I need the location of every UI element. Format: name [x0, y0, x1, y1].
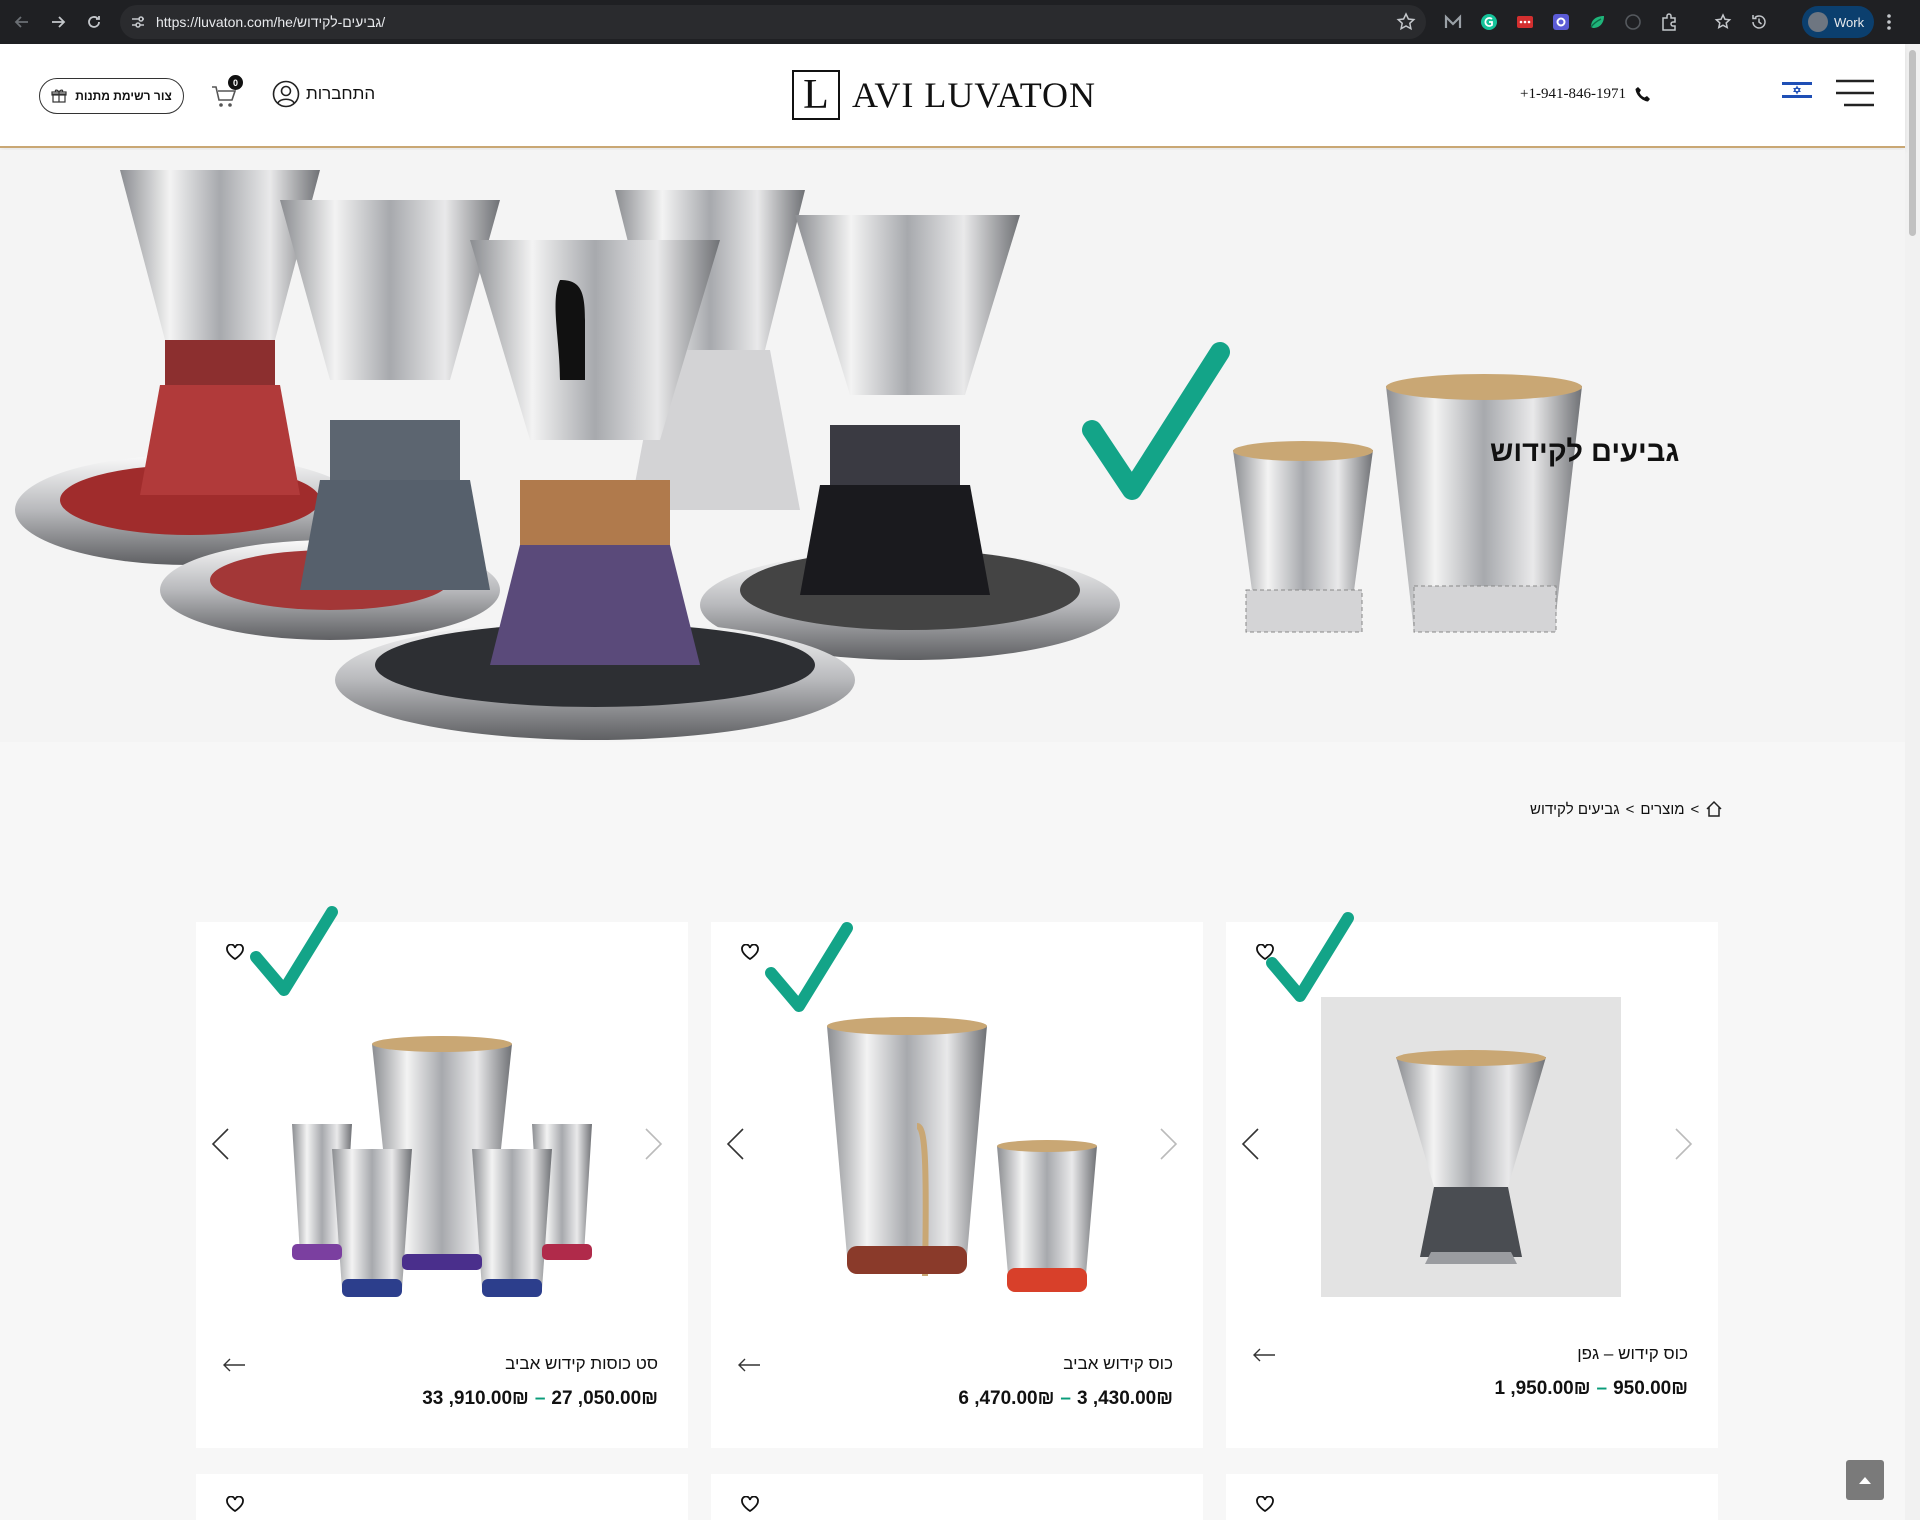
browser-toolbar: https://luvaton.com/he/גביעים-לקידוש/ Wo… — [0, 0, 1920, 44]
cart-button[interactable]: 0 — [210, 75, 244, 111]
chevron-up-icon — [1859, 1477, 1871, 1484]
arrow-left-icon[interactable] — [222, 1358, 246, 1372]
wishlist-heart-icon[interactable] — [226, 944, 244, 960]
price-dash: – — [1596, 1378, 1608, 1399]
page-scrollbar[interactable] — [1905, 44, 1920, 1520]
price-min: 3 ,430.00₪ — [1076, 1388, 1173, 1409]
wishlist-heart-icon[interactable] — [741, 1496, 759, 1512]
extension-gear-icon[interactable] — [1550, 11, 1572, 33]
wishlist-heart-icon[interactable] — [741, 944, 759, 960]
product-price: 1 ,950.00₪ –950.00₪ — [1494, 1378, 1688, 1400]
breadcrumb: > מוצרים > גביעים לקידוש — [1530, 800, 1723, 818]
url-text: https://luvaton.com/he/גביעים-לקידוש/ — [156, 14, 386, 30]
product-price: 33 ,910.00₪ –27 ,050.00₪ — [422, 1388, 658, 1410]
checkmark-icon — [765, 922, 853, 1012]
carousel-prev-icon[interactable] — [210, 1127, 232, 1161]
cart-count-badge: 0 — [228, 75, 243, 90]
breadcrumb-current: גביעים לקידוש — [1530, 800, 1620, 818]
product-image[interactable] — [807, 1006, 1107, 1306]
price-dash: – — [1060, 1388, 1071, 1409]
home-icon[interactable] — [1705, 800, 1723, 818]
arrow-left-icon[interactable] — [1252, 1348, 1276, 1362]
product-image[interactable] — [1321, 997, 1621, 1297]
gift-list-button[interactable]: צור רשימת מתנות — [39, 78, 184, 114]
login-link[interactable]: התחברות — [272, 80, 375, 108]
phone-link[interactable]: +1-941-846-1971 — [1520, 85, 1652, 103]
product-name[interactable]: כוס קידוש אביב — [1063, 1354, 1173, 1374]
back-to-top-button[interactable] — [1846, 1460, 1884, 1500]
product-price: 6 ,470.00₪ –3 ,430.00₪ — [958, 1388, 1173, 1410]
site-info-icon[interactable] — [128, 12, 148, 32]
extension-m-icon[interactable] — [1442, 11, 1464, 33]
extension-disabled-icon[interactable] — [1622, 11, 1644, 33]
site-header: צור רשימת מתנות 0 התחברות L AVI LUVATON … — [0, 44, 1905, 148]
grammarly-icon[interactable] — [1478, 11, 1500, 33]
extension-leaf-icon[interactable] — [1586, 11, 1608, 33]
price-max: 33 ,910.00₪ — [422, 1388, 529, 1409]
breadcrumb-products-link[interactable]: מוצרים — [1640, 801, 1684, 818]
logo-mark: L — [792, 70, 840, 120]
product-name[interactable]: כוס קידוש – גפן — [1577, 1344, 1688, 1364]
address-bar[interactable]: https://luvaton.com/he/גביעים-לקידוש/ — [120, 5, 1426, 39]
product-card[interactable]: כוס קידוש – גפן 1 ,950.00₪ –950.00₪ — [1226, 912, 1718, 1448]
gift-icon — [51, 89, 67, 103]
logo-text: AVI LUVATON — [852, 75, 1097, 115]
history-icon[interactable] — [1748, 11, 1770, 33]
browser-menu-icon[interactable] — [1886, 12, 1892, 32]
carousel-next-icon[interactable] — [1157, 1127, 1179, 1161]
avatar — [1808, 12, 1828, 32]
hero-banner: גביעים לקידוש — [0, 150, 1905, 742]
wishlist-heart-icon[interactable] — [1256, 1496, 1274, 1512]
carousel-next-icon[interactable] — [642, 1127, 664, 1161]
carousel-prev-icon[interactable] — [725, 1127, 747, 1161]
price-min: 950.00₪ — [1613, 1378, 1688, 1399]
forward-icon[interactable] — [46, 10, 70, 34]
price-min: 27 ,050.00₪ — [551, 1388, 658, 1409]
product-image[interactable] — [292, 1014, 592, 1314]
product-card[interactable] — [1226, 1474, 1718, 1520]
bookmark-star-icon[interactable] — [1396, 12, 1416, 32]
product-card[interactable] — [711, 1474, 1203, 1520]
product-name[interactable]: סט כוסות קידוש אביב — [505, 1354, 658, 1374]
bookmarks-icon[interactable] — [1712, 11, 1734, 33]
israel-flag-icon[interactable] — [1782, 80, 1812, 100]
product-card[interactable]: סט כוסות קידוש אביב 33 ,910.00₪ –27 ,050.… — [196, 906, 688, 1448]
scrollbar-thumb[interactable] — [1909, 50, 1916, 236]
phone-number: +1-941-846-1971 — [1520, 85, 1626, 102]
hero-title: גביעים לקידוש — [1490, 436, 1680, 468]
phone-icon — [1635, 87, 1650, 102]
carousel-next-icon[interactable] — [1672, 1127, 1694, 1161]
hero-checkmark-icon — [1082, 342, 1230, 500]
user-icon — [272, 80, 300, 108]
checkmark-icon — [250, 906, 338, 996]
breadcrumb-separator: > — [1625, 800, 1635, 818]
password-manager-icon[interactable] — [1514, 11, 1536, 33]
login-label: התחברות — [306, 84, 376, 103]
price-dash: – — [534, 1388, 546, 1409]
profile-label: Work — [1834, 14, 1865, 30]
price-max: 1 ,950.00₪ — [1494, 1378, 1591, 1399]
checkmark-icon — [1266, 912, 1354, 1002]
profile-button[interactable]: Work — [1802, 6, 1874, 38]
extensions-puzzle-icon[interactable] — [1658, 11, 1680, 33]
carousel-prev-icon[interactable] — [1240, 1127, 1262, 1161]
gift-list-label: צור רשימת מתנות — [75, 89, 172, 103]
site-logo[interactable]: L AVI LUVATON — [792, 70, 1096, 120]
wishlist-heart-icon[interactable] — [226, 1496, 244, 1512]
back-icon[interactable] — [10, 10, 34, 34]
menu-icon[interactable] — [1836, 78, 1874, 108]
reload-icon[interactable] — [82, 10, 106, 34]
breadcrumb-separator: > — [1690, 800, 1700, 818]
price-max: 6 ,470.00₪ — [958, 1388, 1055, 1409]
product-card[interactable] — [196, 1474, 688, 1520]
product-card[interactable]: כוס קידוש אביב 6 ,470.00₪ –3 ,430.00₪ — [711, 922, 1203, 1448]
arrow-left-icon[interactable] — [737, 1358, 761, 1372]
